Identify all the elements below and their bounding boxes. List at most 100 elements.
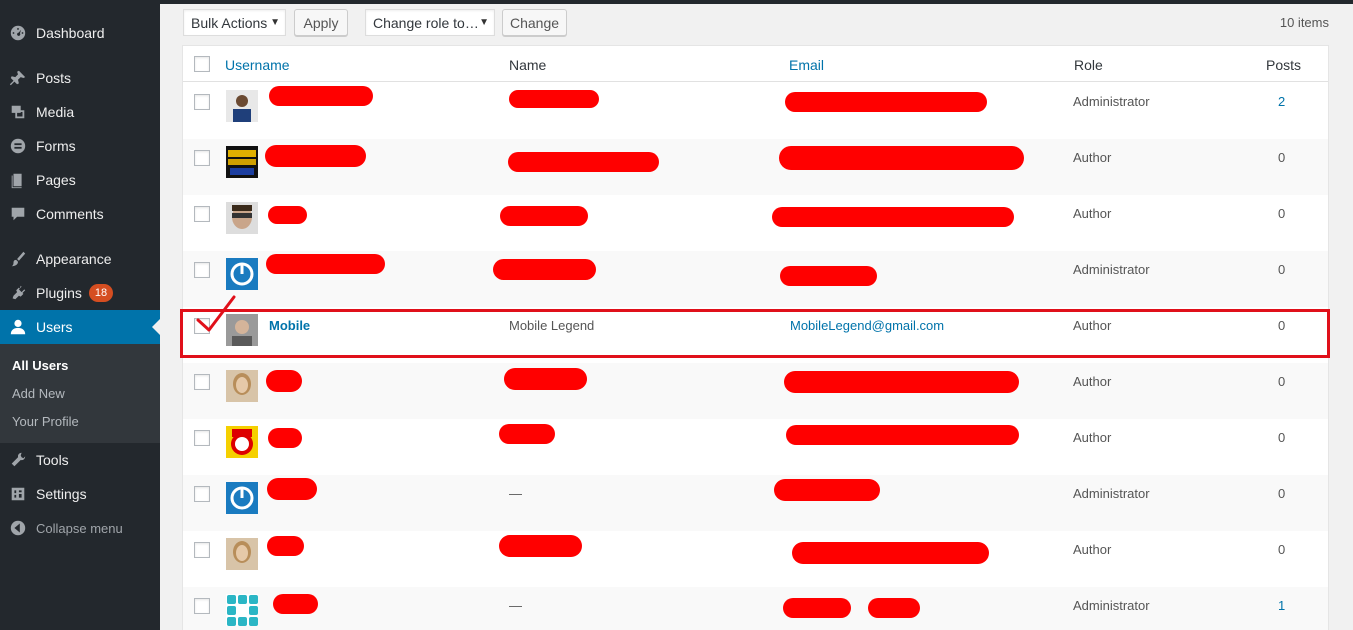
sidebar-label: Media bbox=[36, 104, 75, 120]
sidebar-label: Settings bbox=[36, 486, 87, 502]
bulk-actions-select[interactable]: Bulk Actions ▼ bbox=[183, 9, 286, 36]
submenu-add-new[interactable]: Add New bbox=[12, 386, 65, 401]
redaction-mark bbox=[268, 206, 307, 224]
users-submenu: All Users Add New Your Profile bbox=[0, 344, 160, 443]
sidebar-item-appearance[interactable]: Appearance bbox=[0, 242, 160, 276]
table-row: Administrator 2 bbox=[183, 83, 1328, 139]
submenu-your-profile[interactable]: Your Profile bbox=[12, 414, 79, 429]
avatar bbox=[226, 482, 258, 514]
column-posts: Posts bbox=[1266, 57, 1302, 73]
sidebar-item-dashboard[interactable]: Dashboard bbox=[0, 16, 160, 50]
avatar bbox=[226, 594, 258, 626]
apply-button[interactable]: Apply bbox=[294, 9, 348, 36]
user-role: Administrator bbox=[1073, 486, 1150, 501]
user-post-count: 0 bbox=[1278, 150, 1286, 165]
table-row: Author 0 bbox=[183, 419, 1328, 475]
items-count: 10 items bbox=[1279, 15, 1329, 30]
avatar bbox=[226, 202, 258, 234]
row-checkbox[interactable] bbox=[194, 262, 210, 278]
change-role-select[interactable]: Change role to… ▼ bbox=[365, 9, 495, 36]
redaction-mark bbox=[504, 368, 587, 390]
pushpin-icon bbox=[0, 69, 36, 87]
redaction-mark bbox=[772, 207, 1014, 227]
user-role: Author bbox=[1073, 430, 1112, 445]
sidebar-label: Pages bbox=[36, 172, 76, 188]
avatar bbox=[226, 146, 258, 178]
change-role-button[interactable]: Change bbox=[502, 9, 567, 36]
dropdown-caret-icon: ▼ bbox=[479, 17, 489, 28]
avatar bbox=[226, 370, 258, 402]
user-post-count: 0 bbox=[1278, 262, 1286, 277]
sidebar-label: Users bbox=[36, 319, 73, 335]
redaction-mark bbox=[266, 370, 302, 392]
column-name: Name bbox=[509, 57, 547, 73]
row-checkbox[interactable] bbox=[194, 206, 210, 222]
plugin-update-badge: 18 bbox=[88, 284, 114, 302]
user-role: Administrator bbox=[1073, 598, 1150, 613]
user-name: — bbox=[509, 598, 522, 613]
row-checkbox[interactable] bbox=[194, 150, 210, 166]
sidebar-item-settings[interactable]: Settings bbox=[0, 477, 160, 511]
sidebar-item-tools[interactable]: Tools bbox=[0, 443, 160, 477]
column-email[interactable]: Email bbox=[789, 57, 824, 73]
plugin-icon bbox=[0, 284, 36, 302]
user-post-count[interactable]: 1 bbox=[1278, 598, 1285, 613]
user-icon bbox=[0, 318, 36, 336]
user-post-count: 0 bbox=[1278, 430, 1286, 445]
row-checkbox[interactable] bbox=[194, 486, 210, 502]
redaction-mark bbox=[774, 479, 880, 501]
select-all-checkbox[interactable] bbox=[194, 56, 210, 72]
sidebar-item-posts[interactable]: Posts bbox=[0, 61, 160, 95]
user-post-count[interactable]: 2 bbox=[1278, 94, 1285, 109]
sidebar-item-pages[interactable]: Pages bbox=[0, 163, 160, 197]
sidebar-item-plugins[interactable]: Plugins 18 bbox=[0, 276, 160, 310]
settings-icon bbox=[0, 485, 36, 503]
redaction-mark bbox=[499, 535, 582, 557]
admin-bar-edge bbox=[160, 0, 1353, 4]
sidebar-item-media[interactable]: Media bbox=[0, 95, 160, 129]
redaction-mark bbox=[500, 206, 588, 226]
redaction-mark bbox=[780, 266, 877, 286]
sidebar-label: Comments bbox=[36, 206, 104, 222]
sidebar-item-forms[interactable]: Forms bbox=[0, 129, 160, 163]
media-icon bbox=[0, 103, 36, 121]
sidebar-item-comments[interactable]: Comments bbox=[0, 197, 160, 231]
pages-icon bbox=[0, 171, 36, 189]
redaction-mark bbox=[509, 90, 599, 108]
table-row: Author 0 bbox=[183, 195, 1328, 251]
redaction-mark bbox=[779, 146, 1024, 170]
table-header: Username Name Email Role Posts bbox=[183, 46, 1328, 82]
user-post-count: 0 bbox=[1278, 374, 1286, 389]
user-role: Administrator bbox=[1073, 94, 1150, 109]
avatar bbox=[226, 538, 258, 570]
sidebar-label: Tools bbox=[36, 452, 69, 468]
row-checkbox[interactable] bbox=[194, 374, 210, 390]
redaction-mark bbox=[268, 428, 302, 448]
collapse-menu-button[interactable]: Collapse menu bbox=[0, 511, 160, 545]
dropdown-caret-icon: ▼ bbox=[270, 17, 280, 28]
bulk-actions-value: Bulk Actions bbox=[191, 14, 268, 31]
user-role: Author bbox=[1073, 150, 1112, 165]
wrench-icon bbox=[0, 451, 36, 469]
row-checkbox[interactable] bbox=[194, 598, 210, 614]
row-checkbox[interactable] bbox=[194, 542, 210, 558]
user-role: Author bbox=[1073, 206, 1112, 221]
user-name: — bbox=[509, 486, 522, 501]
table-row: Administrator 0 bbox=[183, 251, 1328, 307]
redaction-mark bbox=[267, 478, 317, 500]
submenu-all-users[interactable]: All Users bbox=[12, 358, 68, 373]
column-username[interactable]: Username bbox=[225, 57, 290, 73]
comments-icon bbox=[0, 205, 36, 223]
user-role: Author bbox=[1073, 542, 1112, 557]
sidebar-label: Posts bbox=[36, 70, 72, 86]
checkmark-annotation-icon bbox=[196, 295, 236, 332]
sidebar-item-users[interactable]: Users bbox=[0, 310, 160, 344]
sidebar-label: Appearance bbox=[36, 251, 112, 267]
row-checkbox[interactable] bbox=[194, 430, 210, 446]
row-checkbox[interactable] bbox=[194, 94, 210, 110]
redaction-mark bbox=[266, 254, 385, 274]
table-row: — Administrator 0 bbox=[183, 475, 1328, 531]
redaction-mark bbox=[269, 86, 373, 106]
redaction-mark bbox=[784, 371, 1019, 393]
redaction-mark bbox=[508, 152, 659, 172]
